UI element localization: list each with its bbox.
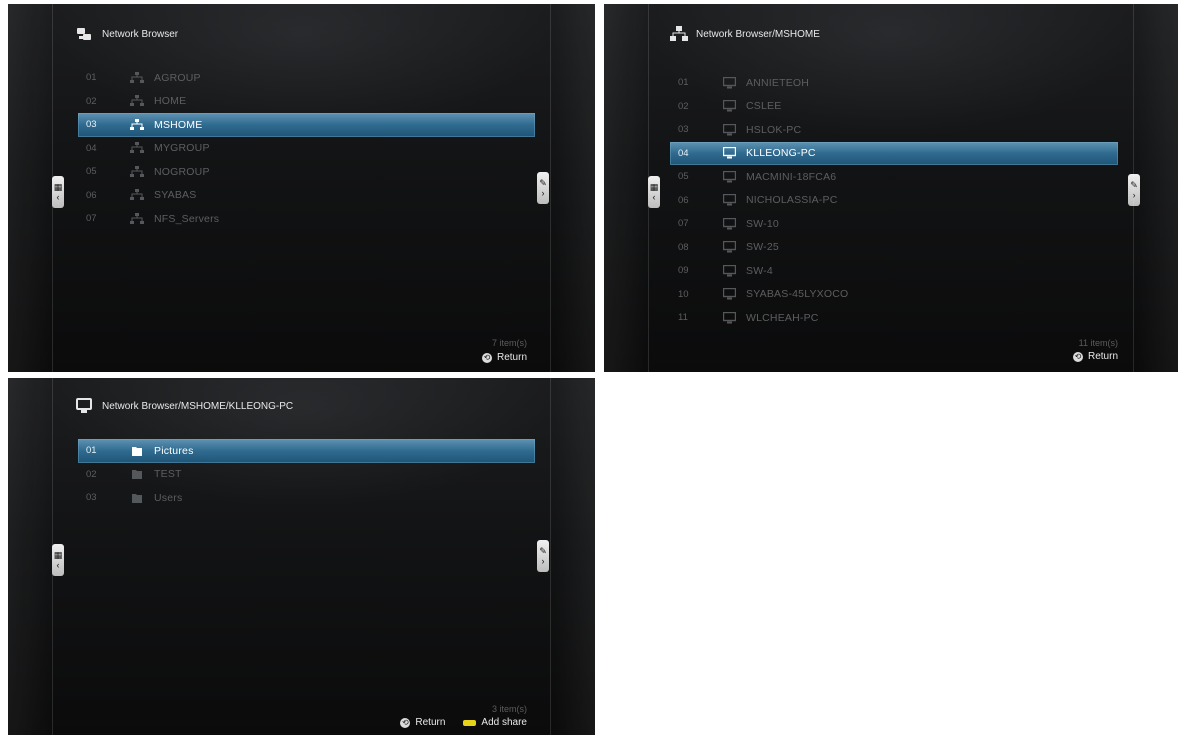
list-item-selected[interactable]: 01 Pictures xyxy=(78,439,535,463)
grid-icon: ▦ xyxy=(649,182,659,192)
computer-icon xyxy=(718,193,740,207)
panel-header: Network Browser/MSHOME/KLLEONG-PC xyxy=(76,398,293,414)
page-title: Network Browser/MSHOME xyxy=(696,28,820,40)
network-icon xyxy=(76,26,92,42)
return-icon: ⟲ xyxy=(1072,351,1083,362)
computer-icon xyxy=(718,170,740,184)
footer-actions: ⟲ Return Add share xyxy=(400,717,527,728)
grid-icon: ▦ xyxy=(53,182,63,192)
page-title: Network Browser/MSHOME/KLLEONG-PC xyxy=(102,400,294,412)
yellow-key-icon xyxy=(463,719,477,726)
chevron-right-icon: › xyxy=(541,188,545,198)
item-count: 7 item(s) xyxy=(491,338,527,348)
chevron-right-icon: › xyxy=(1132,190,1136,200)
network-browser-panel-mshome: Network Browser/MSHOME 01 ANNIETEOH 02 CSL… xyxy=(604,4,1178,372)
list-item[interactable]: 04 MYGROUP xyxy=(78,137,535,161)
list-item[interactable]: 10 SYABAS-45LYXOCO xyxy=(670,283,1118,307)
left-side-tab[interactable]: ▦ ‹ xyxy=(648,176,660,208)
workgroup-list: 01 AGROUP 02 HOME 03 MSHOME 04 MYGROUP 05 NOG… xyxy=(78,66,535,231)
list-item[interactable]: 05 MACMINI-18FCA6 xyxy=(670,165,1118,189)
list-item-selected[interactable]: 03 MSHOME xyxy=(78,113,535,137)
list-item[interactable]: 03 HSLOK-PC xyxy=(670,118,1118,142)
list-item[interactable]: 08 SW-25 xyxy=(670,236,1118,260)
folder-icon xyxy=(126,491,148,505)
chevron-right-icon: › xyxy=(541,556,545,566)
list-item[interactable]: 11 WLCHEAH-PC xyxy=(670,306,1118,330)
list-item[interactable]: 06 SYABAS xyxy=(78,184,535,208)
folder-icon xyxy=(126,444,148,458)
item-count: 11 item(s) xyxy=(1078,338,1118,348)
panel-header: Network Browser xyxy=(76,26,178,42)
return-button[interactable]: ⟲ Return xyxy=(1072,351,1118,362)
panel-header: Network Browser/MSHOME xyxy=(670,26,820,42)
right-side-tab[interactable]: ✎ › xyxy=(537,172,549,204)
list-item[interactable]: 05 NOGROUP xyxy=(78,160,535,184)
return-button[interactable]: ⟲ Return xyxy=(481,352,527,363)
return-button[interactable]: Return xyxy=(415,717,445,728)
chevron-left-icon: ‹ xyxy=(56,560,60,570)
list-item[interactable]: 02 TEST xyxy=(78,463,535,487)
return-icon: ⟲ xyxy=(400,717,411,728)
return-icon: ⟲ xyxy=(481,352,492,363)
page-title: Network Browser xyxy=(102,28,179,40)
computer-icon xyxy=(718,76,740,90)
network-browser-panel-root: Network Browser 01 AGROUP 02 HOME 03 MSHOME… xyxy=(8,4,595,372)
list-item[interactable]: 02 CSLEE xyxy=(670,95,1118,119)
computer-list: 01 ANNIETEOH 02 CSLEE 03 HSLOK-PC 04 KLLEONG… xyxy=(670,71,1118,330)
list-item[interactable]: 07 NFS_Servers xyxy=(78,207,535,231)
computer-icon xyxy=(718,264,740,278)
left-side-tab[interactable]: ▦ ‹ xyxy=(52,544,64,576)
edit-icon: ✎ xyxy=(539,178,547,188)
computer-icon xyxy=(76,398,92,414)
list-item[interactable]: 01 AGROUP xyxy=(78,66,535,90)
list-item[interactable]: 09 SW-4 xyxy=(670,259,1118,283)
workgroup-icon xyxy=(126,118,148,132)
list-item[interactable]: 02 HOME xyxy=(78,90,535,114)
network-icon xyxy=(670,26,688,42)
list-item[interactable]: 06 NICHOLASSIA-PC xyxy=(670,189,1118,213)
computer-icon xyxy=(718,123,740,137)
list-item[interactable]: 03 Users xyxy=(78,486,535,510)
list-item-selected[interactable]: 04 KLLEONG-PC xyxy=(670,141,1118,165)
computer-icon xyxy=(718,240,740,254)
workgroup-icon xyxy=(126,94,148,108)
left-side-tab[interactable]: ▦ ‹ xyxy=(52,176,64,208)
right-side-tab[interactable]: ✎ › xyxy=(537,540,549,572)
right-side-tab[interactable]: ✎ › xyxy=(1128,174,1140,206)
workgroup-icon xyxy=(126,71,148,85)
workgroup-icon xyxy=(126,165,148,179)
item-count: 3 item(s) xyxy=(491,704,527,714)
computer-icon xyxy=(718,217,740,231)
workgroup-icon xyxy=(126,141,148,155)
network-browser-panel-kllong-pc: Network Browser/MSHOME/KLLEONG-PC 01 Pict… xyxy=(8,378,595,735)
add-share-button[interactable]: Add share xyxy=(481,717,527,728)
workgroup-icon xyxy=(126,188,148,202)
computer-icon xyxy=(718,287,740,301)
edit-icon: ✎ xyxy=(1130,180,1138,190)
share-list: 01 Pictures 02 TEST 03 Users xyxy=(78,439,535,510)
computer-icon xyxy=(718,311,740,325)
list-item[interactable]: 07 SW-10 xyxy=(670,212,1118,236)
edit-icon: ✎ xyxy=(539,546,547,556)
folder-icon xyxy=(126,467,148,481)
chevron-left-icon: ‹ xyxy=(56,192,60,202)
grid-icon: ▦ xyxy=(53,550,63,560)
list-item[interactable]: 01 ANNIETEOH xyxy=(670,71,1118,95)
workgroup-icon xyxy=(126,212,148,226)
computer-icon xyxy=(718,99,740,113)
chevron-left-icon: ‹ xyxy=(652,192,656,202)
computer-icon xyxy=(718,146,740,160)
